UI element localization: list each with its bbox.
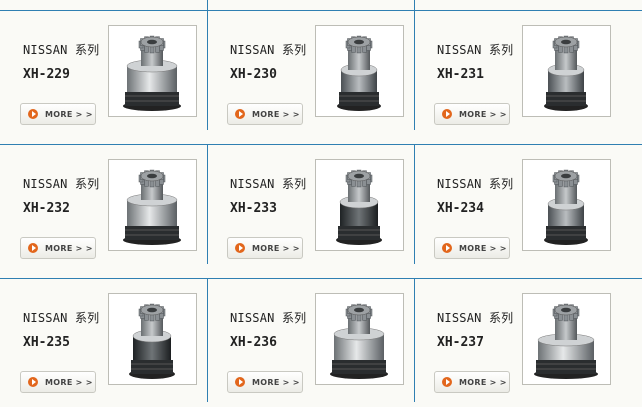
product-card: NISSAN 系列 XH-234 MORE > > bbox=[425, 153, 621, 273]
starter-gear-image bbox=[123, 169, 181, 245]
product-model[interactable]: XH-229 bbox=[23, 67, 70, 82]
arrow-bullet-icon bbox=[235, 243, 245, 253]
product-card: NISSAN 系列 XH-232 MORE > > bbox=[11, 153, 207, 273]
more-button[interactable]: MORE > > bbox=[227, 103, 303, 125]
product-model[interactable]: XH-237 bbox=[437, 335, 484, 350]
more-button[interactable]: MORE > > bbox=[434, 237, 510, 259]
product-card: NISSAN 系列 XH-233 MORE > > bbox=[218, 153, 414, 273]
column-divider bbox=[414, 145, 415, 264]
more-button-label: MORE > > bbox=[252, 109, 300, 119]
product-series: NISSAN 系列 bbox=[23, 177, 100, 191]
arrow-bullet-icon bbox=[442, 377, 452, 387]
product-photo[interactable] bbox=[522, 159, 611, 251]
column-divider bbox=[414, 279, 415, 402]
product-card: NISSAN 系列 XH-237 MORE > > bbox=[425, 287, 621, 407]
product-series: NISSAN 系列 bbox=[437, 177, 514, 191]
starter-gear-image bbox=[336, 169, 382, 245]
arrow-bullet-icon bbox=[28, 109, 38, 119]
arrow-bullet-icon bbox=[28, 243, 38, 253]
starter-gear-image bbox=[544, 35, 588, 111]
product-series: NISSAN 系列 bbox=[230, 177, 307, 191]
more-button-label: MORE > > bbox=[459, 109, 507, 119]
product-photo[interactable] bbox=[522, 25, 611, 117]
more-button[interactable]: MORE > > bbox=[20, 237, 96, 259]
more-button[interactable]: MORE > > bbox=[227, 237, 303, 259]
column-divider bbox=[207, 0, 208, 130]
more-button[interactable]: MORE > > bbox=[434, 103, 510, 125]
starter-gear-image bbox=[534, 303, 598, 379]
more-button-label: MORE > > bbox=[45, 109, 93, 119]
product-model[interactable]: XH-234 bbox=[437, 201, 484, 216]
arrow-bullet-icon bbox=[235, 109, 245, 119]
row-divider bbox=[0, 144, 642, 145]
product-photo[interactable] bbox=[522, 293, 611, 385]
product-photo[interactable] bbox=[108, 159, 197, 251]
more-button[interactable]: MORE > > bbox=[20, 371, 96, 393]
starter-gear-image bbox=[129, 303, 175, 379]
product-model[interactable]: XH-231 bbox=[437, 67, 484, 82]
product-model[interactable]: XH-236 bbox=[230, 335, 277, 350]
column-divider bbox=[207, 279, 208, 402]
product-card: NISSAN 系列 XH-236 MORE > > bbox=[218, 287, 414, 407]
product-series: NISSAN 系列 bbox=[437, 43, 514, 57]
product-photo[interactable] bbox=[315, 159, 404, 251]
more-button-label: MORE > > bbox=[252, 243, 300, 253]
more-button[interactable]: MORE > > bbox=[227, 371, 303, 393]
arrow-bullet-icon bbox=[442, 109, 452, 119]
more-button-label: MORE > > bbox=[45, 243, 93, 253]
product-photo[interactable] bbox=[108, 25, 197, 117]
product-series: NISSAN 系列 bbox=[230, 311, 307, 325]
product-model[interactable]: XH-230 bbox=[230, 67, 277, 82]
product-series: NISSAN 系列 bbox=[230, 43, 307, 57]
more-button[interactable]: MORE > > bbox=[434, 371, 510, 393]
row-divider bbox=[0, 10, 642, 11]
starter-gear-image bbox=[337, 35, 381, 111]
product-series: NISSAN 系列 bbox=[23, 43, 100, 57]
starter-gear-image bbox=[544, 169, 588, 245]
product-model[interactable]: XH-235 bbox=[23, 335, 70, 350]
product-card: NISSAN 系列 XH-235 MORE > > bbox=[11, 287, 207, 407]
more-button-label: MORE > > bbox=[459, 377, 507, 387]
product-model[interactable]: XH-233 bbox=[230, 201, 277, 216]
more-button-label: MORE > > bbox=[459, 243, 507, 253]
product-card: NISSAN 系列 XH-230 MORE > > bbox=[218, 19, 414, 139]
product-card: NISSAN 系列 XH-229 MORE > > bbox=[11, 19, 207, 139]
column-divider bbox=[414, 0, 415, 130]
product-photo[interactable] bbox=[108, 293, 197, 385]
more-button-label: MORE > > bbox=[252, 377, 300, 387]
product-series: NISSAN 系列 bbox=[437, 311, 514, 325]
arrow-bullet-icon bbox=[28, 377, 38, 387]
product-photo[interactable] bbox=[315, 25, 404, 117]
starter-gear-image bbox=[330, 303, 388, 379]
product-model[interactable]: XH-232 bbox=[23, 201, 70, 216]
product-photo[interactable] bbox=[315, 293, 404, 385]
column-divider bbox=[207, 145, 208, 264]
product-card: NISSAN 系列 XH-231 MORE > > bbox=[425, 19, 621, 139]
arrow-bullet-icon bbox=[442, 243, 452, 253]
arrow-bullet-icon bbox=[235, 377, 245, 387]
row-divider bbox=[0, 278, 642, 279]
product-series: NISSAN 系列 bbox=[23, 311, 100, 325]
more-button-label: MORE > > bbox=[45, 377, 93, 387]
starter-gear-image bbox=[123, 35, 181, 111]
more-button[interactable]: MORE > > bbox=[20, 103, 96, 125]
